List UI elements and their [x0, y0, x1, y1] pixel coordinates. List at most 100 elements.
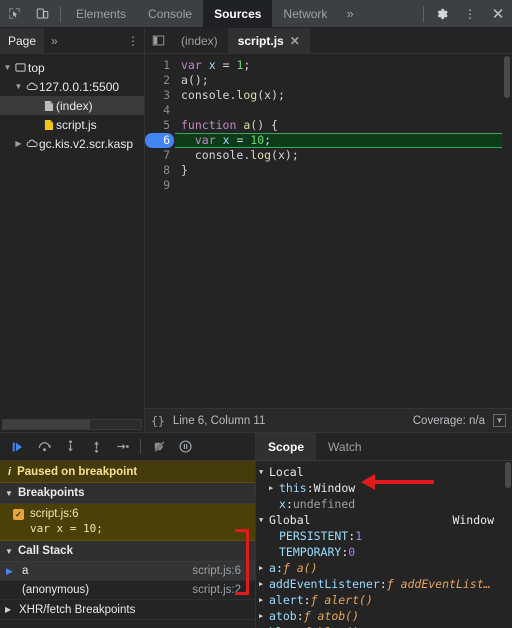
- editor-vscrollbar-thumb[interactable]: [504, 56, 510, 98]
- chevron-right-icon[interactable]: ▶: [269, 480, 279, 496]
- chevron-down-icon[interactable]: ▼: [5, 547, 14, 556]
- show-drawer-icon[interactable]: ▼: [493, 414, 506, 427]
- file-tab-index[interactable]: (index): [171, 28, 228, 53]
- pretty-print-icon[interactable]: {}: [151, 414, 165, 428]
- chevron-right-icon[interactable]: ▶: [259, 560, 269, 576]
- inspect-element-icon[interactable]: [0, 0, 28, 28]
- call-stack-frame-a[interactable]: ▶ a script.js:6: [0, 562, 255, 581]
- line-number[interactable]: 3: [145, 88, 175, 103]
- navigator-hscrollbar-track[interactable]: [2, 418, 142, 430]
- gear-icon[interactable]: [428, 0, 456, 28]
- chevron-down-icon[interactable]: ▼: [13, 82, 24, 91]
- scope-row-alert[interactable]: ▶ alert: ƒ alert(): [256, 592, 512, 608]
- code-line[interactable]: }: [181, 163, 512, 178]
- scope-row-a[interactable]: ▶ a: ƒ a(): [256, 560, 512, 576]
- step-button[interactable]: [110, 435, 134, 459]
- navigator-hscrollbar[interactable]: [0, 416, 144, 432]
- tab-sources[interactable]: Sources: [203, 0, 273, 28]
- device-toolbar-icon[interactable]: [28, 0, 56, 28]
- chevron-right-icon[interactable]: ▶: [13, 139, 24, 148]
- scope-row-persistent[interactable]: PERSISTENT: 1: [256, 528, 512, 544]
- tab-network[interactable]: Network: [272, 0, 338, 28]
- code-line[interactable]: console.log(x);: [181, 148, 512, 163]
- more-options-icon[interactable]: ⋮: [456, 0, 484, 28]
- navigator-tab-page[interactable]: Page: [0, 28, 45, 53]
- scope-row-this[interactable]: ▶ this: Window: [256, 480, 512, 496]
- step-over-button[interactable]: [32, 435, 56, 459]
- code-lines[interactable]: var x = 1; a(); console.log(x); function a…: [175, 54, 512, 408]
- chevron-down-icon[interactable]: ▼: [259, 512, 269, 528]
- navigator-more-icon[interactable]: »: [44, 34, 65, 48]
- line-number-current[interactable]: 6: [145, 133, 174, 148]
- code-line[interactable]: [181, 103, 512, 118]
- step-out-button[interactable]: [84, 435, 108, 459]
- tree-item-origin[interactable]: ▼ 127.0.0.1:5500: [0, 77, 144, 96]
- more-panels-icon[interactable]: »: [338, 0, 361, 28]
- line-number[interactable]: 4: [145, 103, 175, 118]
- close-icon[interactable]: ✕: [290, 34, 300, 48]
- scope-row-value: ƒ a(): [282, 561, 318, 575]
- annotation-bracket: [235, 529, 249, 595]
- tab-watch[interactable]: Watch: [316, 433, 374, 460]
- scope-vscrollbar[interactable]: [503, 461, 512, 628]
- tab-scope[interactable]: Scope: [256, 433, 317, 460]
- code-line[interactable]: function a() {: [181, 118, 512, 133]
- line-number[interactable]: 7: [145, 148, 175, 163]
- breakpoint-item[interactable]: ✓ script.js:6 var x = 10;: [0, 504, 255, 541]
- scope-tree[interactable]: ▼ Local ▶ this: Window x: undefined ▼ Global Wi…: [256, 461, 512, 628]
- scope-row-x[interactable]: x: undefined: [256, 496, 512, 512]
- line-number[interactable]: 1: [145, 58, 175, 73]
- call-stack-section-header[interactable]: ▼ Call Stack: [0, 541, 255, 562]
- line-number[interactable]: 5: [145, 118, 175, 133]
- tab-console[interactable]: Console: [137, 0, 203, 28]
- line-number[interactable]: 9: [145, 178, 175, 193]
- deactivate-breakpoints-button[interactable]: [147, 435, 171, 459]
- chevron-down-icon[interactable]: ▼: [2, 63, 13, 72]
- chevron-right-icon[interactable]: ▶: [259, 592, 269, 608]
- file-tab-scriptjs[interactable]: script.js ✕: [227, 28, 310, 53]
- toggle-navigator-icon[interactable]: [145, 28, 171, 53]
- scope-row-name: Local: [269, 465, 304, 479]
- scope-row-blur[interactable]: ▶blur: ƒ blur(): [256, 624, 512, 628]
- tree-item-scriptjs[interactable]: script.js: [0, 115, 144, 134]
- breakpoint-checkbox[interactable]: ✓: [13, 508, 24, 520]
- editor-vscrollbar[interactable]: [502, 54, 512, 408]
- scope-group-global[interactable]: ▼ Global Window: [256, 512, 512, 528]
- chevron-right-icon[interactable]: ▶: [259, 624, 269, 628]
- close-icon[interactable]: ✕: [484, 0, 512, 28]
- code-line[interactable]: var x = 1;: [181, 58, 512, 73]
- code-line[interactable]: [181, 178, 512, 193]
- code-line[interactable]: a();: [181, 73, 512, 88]
- chevron-down-icon[interactable]: ▼: [5, 489, 14, 498]
- scope-row-addeventlistener[interactable]: ▶ addEventListener: ƒ addEventList…: [256, 576, 512, 592]
- breakpoint-row[interactable]: ✓ script.js:6: [0, 506, 255, 522]
- xhr-breakpoints-section-header[interactable]: ▶ XHR/fetch Breakpoints: [0, 600, 255, 620]
- resume-script-button[interactable]: [6, 435, 30, 459]
- line-number[interactable]: 8: [145, 163, 175, 178]
- chevron-down-icon[interactable]: ▼: [259, 464, 269, 480]
- tree-item-kasp[interactable]: ▶ gc.kis.v2.scr.kasp: [0, 134, 144, 153]
- chevron-right-icon[interactable]: ▶: [5, 605, 14, 614]
- code-editor[interactable]: 1 2 3 4 5 6 7 8 9 var x = 1; a(); console.…: [145, 54, 512, 408]
- scope-row-temporary[interactable]: TEMPORARY: 0: [256, 544, 512, 560]
- navigator-menu-icon[interactable]: ⋮: [122, 28, 144, 53]
- code-token: a: [181, 73, 188, 87]
- step-into-button[interactable]: [58, 435, 82, 459]
- scope-row-atob[interactable]: ▶ atob: ƒ atob(): [256, 608, 512, 624]
- code-line-executing[interactable]: var x = 10;: [175, 133, 512, 148]
- code-line[interactable]: console.log(x);: [181, 88, 512, 103]
- pause-on-exceptions-button[interactable]: [173, 435, 197, 459]
- navigator-hscrollbar-thumb[interactable]: [3, 419, 90, 429]
- code-token: log: [250, 148, 272, 162]
- line-number[interactable]: 2: [145, 73, 175, 88]
- tree-item-index[interactable]: (index): [0, 96, 144, 115]
- scope-group-local[interactable]: ▼ Local: [256, 464, 512, 480]
- call-stack-frame-anonymous[interactable]: (anonymous) script.js:2: [0, 581, 255, 600]
- tree-item-top[interactable]: ▼ top: [0, 58, 144, 77]
- tab-elements[interactable]: Elements: [65, 0, 137, 28]
- breakpoints-section-header[interactable]: ▼ Breakpoints: [0, 483, 255, 504]
- chevron-right-icon[interactable]: ▶: [259, 608, 269, 624]
- chevron-right-icon[interactable]: ▶: [259, 576, 269, 592]
- navigator-toolbar: Page » ⋮: [0, 28, 145, 54]
- scope-vscrollbar-thumb[interactable]: [504, 462, 511, 488]
